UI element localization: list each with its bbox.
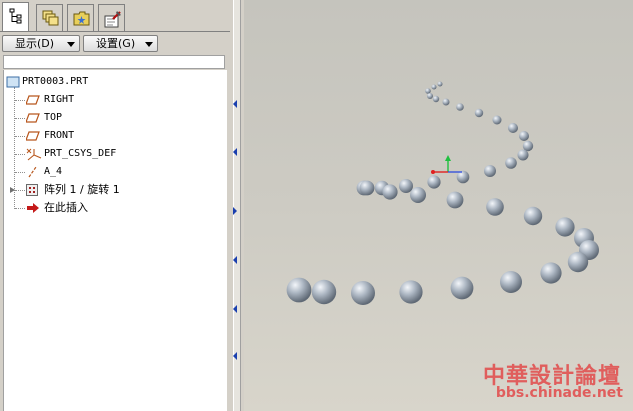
chevron-down-icon [67, 42, 75, 47]
tree-branch [15, 172, 25, 173]
collapse-arrow-icon[interactable] [233, 256, 237, 264]
pattern-icon [26, 184, 38, 196]
navigator-tabs [0, 0, 230, 32]
settings-menu-label: 设置(G) [96, 37, 136, 50]
display-menu-label: 显示(D) [15, 37, 55, 50]
tree-item-label: 阵列 1 / 旋转 1 [44, 183, 120, 196]
coordinate-system-icon [26, 148, 42, 161]
tree-item-label: PRT_CSYS_DEF [44, 148, 117, 159]
insert-arrow-icon [27, 203, 39, 213]
tree-branch [15, 154, 25, 155]
model-tree: PRT0003.PRT RIGHT TOP FRONT PRT_CSYS_DEF… [3, 70, 227, 411]
expand-arrow-icon[interactable] [233, 207, 237, 215]
watermark: 中華設計論壇 bbs.chinade.net [474, 356, 633, 411]
tree-branch [15, 118, 25, 119]
model-view[interactable] [244, 0, 633, 411]
tab-tools[interactable] [98, 4, 125, 31]
datum-plane-icon [26, 131, 40, 141]
favorites-icon [73, 11, 90, 26]
settings-menu-button[interactable]: 设置(G) [83, 35, 158, 52]
tab-model-tree[interactable] [2, 2, 29, 32]
tab-layers[interactable] [36, 4, 63, 31]
expand-arrow-icon[interactable] [10, 187, 15, 193]
tree-item-label: TOP [44, 112, 63, 123]
display-menu-button[interactable]: 显示(D) [2, 35, 80, 52]
tree-item-label: 在此插入 [44, 201, 88, 214]
tree-branch [15, 190, 25, 191]
tab-favorites[interactable] [67, 4, 94, 31]
collapse-arrow-icon[interactable] [233, 305, 237, 313]
splitter-strip [233, 0, 241, 411]
graphics-window[interactable] [244, 0, 633, 411]
collapse-arrow-icon[interactable] [233, 352, 237, 360]
model-tree-icon [9, 8, 22, 24]
tree-branch [15, 136, 25, 137]
model-tree-panel: 显示(D) 设置(G) PRT0003.PRT RIGHT TOP FRONT … [0, 0, 230, 411]
datum-plane-icon [26, 95, 40, 105]
tree-branch [15, 100, 25, 101]
tree-root-label: PRT0003.PRT [22, 76, 89, 87]
layers-icon [42, 10, 59, 26]
part-icon [6, 76, 20, 88]
tab-divider [0, 31, 230, 32]
tree-branch [15, 208, 25, 209]
collapse-arrow-icon[interactable] [233, 148, 237, 156]
tools-icon [104, 11, 121, 28]
csys-triad-icon [431, 155, 462, 174]
tree-item-label: FRONT [44, 130, 75, 141]
tree-item-label: RIGHT [44, 94, 75, 105]
tree-item-label: A_4 [44, 166, 63, 177]
chevron-down-icon [145, 42, 153, 47]
tree-filter-input[interactable] [3, 55, 225, 69]
datum-plane-icon [26, 113, 40, 123]
sphere-pattern [286, 81, 599, 305]
panel-splitter[interactable] [230, 0, 244, 411]
collapse-arrow-icon[interactable] [233, 100, 237, 108]
datum-axis-icon [28, 166, 37, 178]
watermark-url: bbs.chinade.net [495, 385, 623, 401]
tree-toolbar: 显示(D) 设置(G) [0, 33, 230, 55]
